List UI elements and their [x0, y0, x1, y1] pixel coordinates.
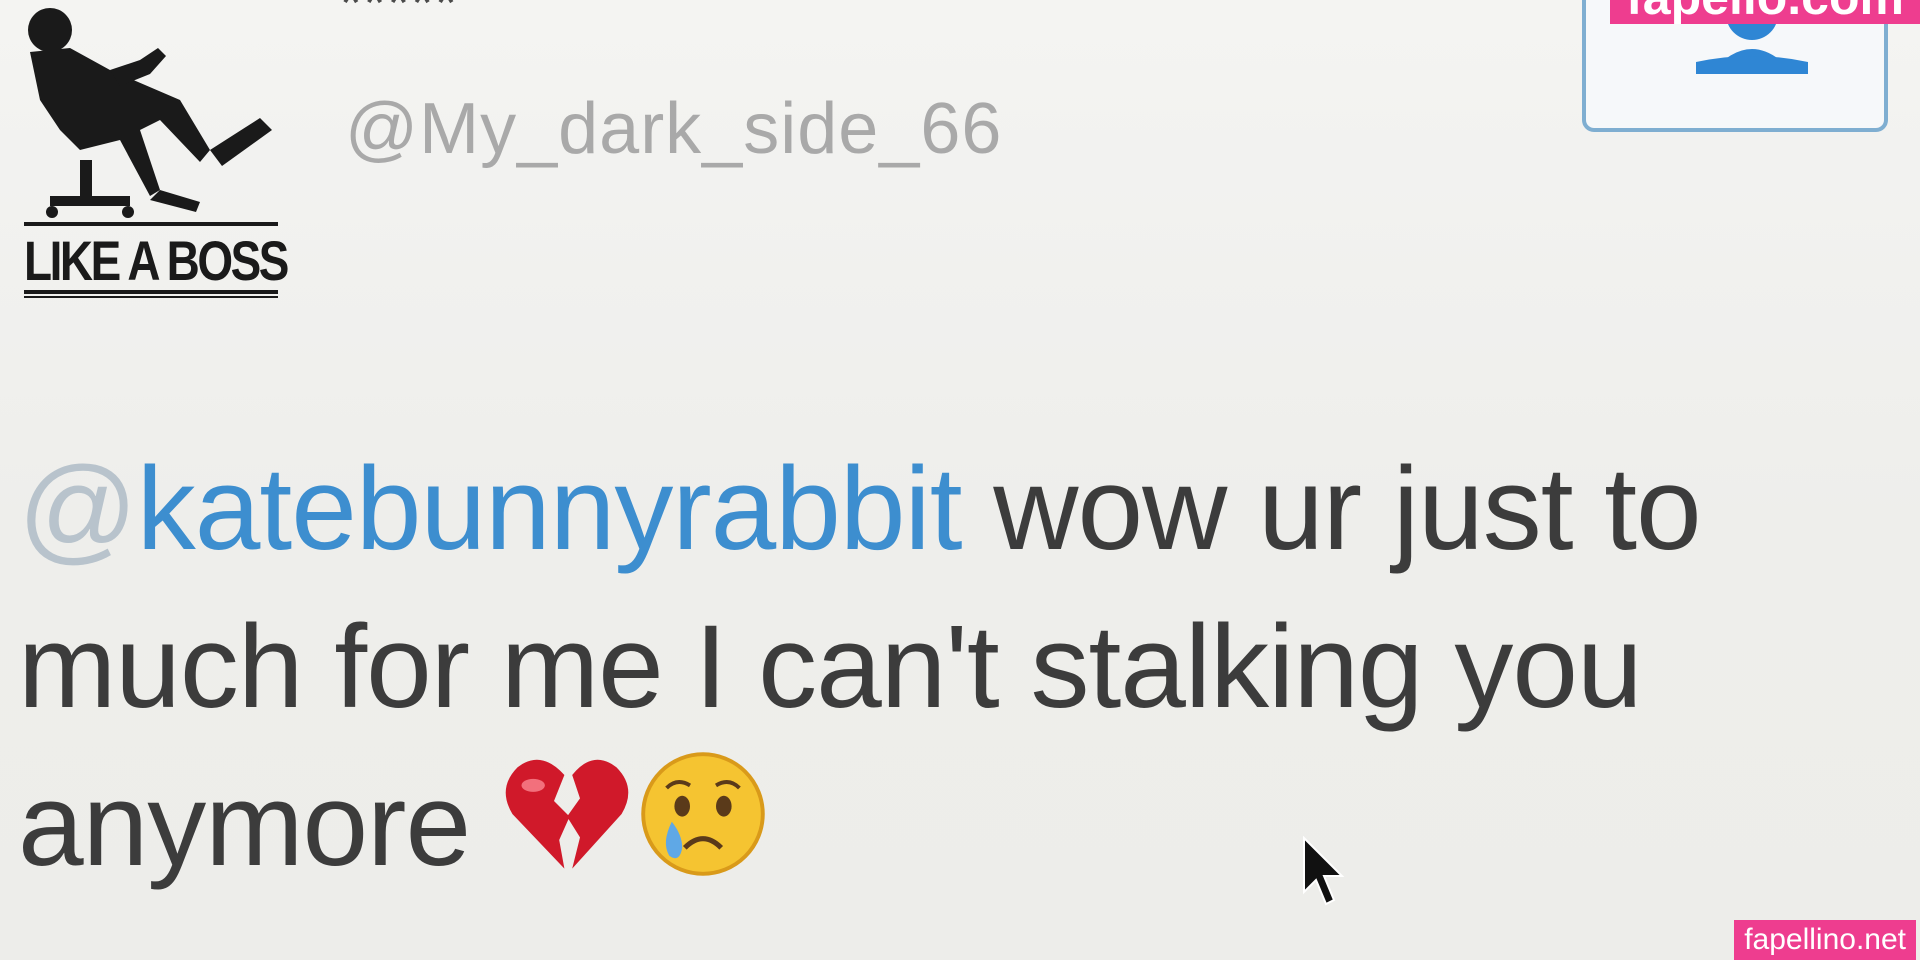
- broken-heart-icon: [502, 749, 632, 879]
- mention-at-symbol[interactable]: @: [18, 443, 138, 575]
- crying-face-icon: [638, 749, 768, 879]
- watermark-top: fapello.com: [1610, 0, 1920, 24]
- watermark-bottom: fapellino.net: [1734, 920, 1916, 960]
- avatar-caption: LIKE A BOSS: [24, 229, 289, 292]
- user-handle[interactable]: @My_dark_side_66: [345, 88, 1002, 170]
- display-name[interactable]: *****: [340, 0, 459, 35]
- tweet-screen: LIKE A BOSS ***** @My_dark_side_66 @kate…: [0, 0, 1920, 960]
- tweet-text: @katebunnyrabbit wow ur just to much for…: [18, 430, 1848, 904]
- mouse-cursor-icon: [1302, 836, 1346, 908]
- mention-link[interactable]: katebunnyrabbit: [137, 443, 963, 575]
